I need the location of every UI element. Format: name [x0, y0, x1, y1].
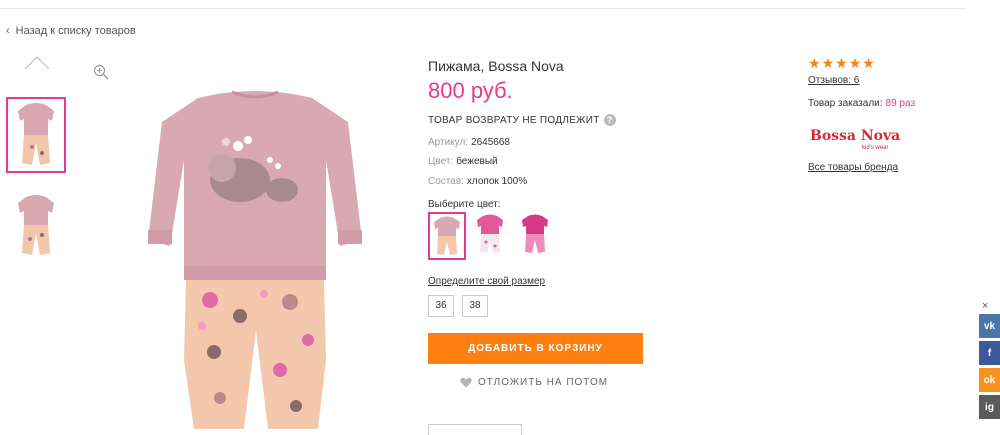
product-main-image[interactable] — [140, 80, 370, 429]
thumbnail-back-image — [18, 195, 54, 255]
question-icon[interactable]: ? — [603, 114, 616, 126]
share-close-icon[interactable]: × — [982, 300, 988, 312]
back-link-label: Назад к списку товаров — [15, 25, 136, 37]
chevron-up-icon[interactable] — [24, 54, 50, 70]
color-swatch-pink[interactable] — [473, 212, 511, 260]
thumbnail-back[interactable] — [6, 187, 66, 263]
spec-article: Артикул: 2645668 — [428, 137, 510, 148]
size-guide-link[interactable]: Определите свой размер — [428, 276, 545, 287]
reviews-link[interactable]: Отзывов: 6 — [808, 75, 859, 86]
size-option-36[interactable]: 36 — [428, 295, 454, 317]
secondary-action-box[interactable] — [428, 424, 522, 435]
spec-article-value: 2645668 — [471, 137, 510, 148]
vk-icon: vk — [983, 320, 996, 332]
spec-color-value: бежевый — [456, 156, 498, 167]
save-for-later-button[interactable]: ОТЛОЖИТЬ НА ПОТОМ — [460, 377, 608, 388]
color-swatch-beige-image — [434, 216, 460, 255]
star-icon: ★ — [821, 55, 835, 71]
save-for-later-label: ОТЛОЖИТЬ НА ПОТОМ — [478, 377, 609, 388]
star-icon: ★ — [848, 55, 862, 71]
facebook-share-button[interactable]: f — [979, 341, 1000, 365]
size-option-38[interactable]: 38 — [462, 295, 488, 317]
thumbnail-front[interactable] — [6, 97, 66, 173]
chevron-left-icon: ‹ — [6, 25, 10, 37]
brand-logo-tagline: kid's wear — [862, 145, 889, 151]
color-swatch-fuchsia-image — [522, 214, 548, 253]
no-return-label: ТОВАР ВОЗВРАТУ НЕ ПОДЛЕЖИТ — [428, 114, 600, 126]
ordered-number: 89 раз — [885, 98, 916, 109]
spec-composition: Состав: хлопок 100% — [428, 176, 527, 187]
instagram-share-button[interactable]: ig — [979, 395, 1000, 419]
instagram-icon: ig — [985, 401, 994, 413]
thumbnail-front-image — [18, 103, 54, 165]
add-to-cart-button[interactable]: ДОБАВИТЬ В КОРЗИНУ — [428, 333, 643, 364]
star-icon: ★ — [835, 55, 848, 71]
choose-color-label: Выберите цвет: — [428, 199, 501, 210]
odnoklassniki-share-button[interactable]: ok — [979, 368, 1000, 392]
ordered-label: Товар заказали: — [808, 98, 883, 109]
star-icon: ★ — [862, 55, 875, 71]
product-price: 800 руб. — [428, 78, 513, 103]
top-divider — [0, 8, 966, 9]
color-swatch-fuchsia[interactable] — [518, 212, 556, 260]
ordered-count: Товар заказали: 89 раз — [808, 98, 915, 109]
spec-composition-label: Состав: — [428, 176, 464, 187]
spec-composition-value: хлопок 100% — [466, 176, 528, 187]
brand-products-link[interactable]: Все товары бренда — [808, 162, 898, 173]
no-return-notice: ТОВАР ВОЗВРАТУ НЕ ПОДЛЕЖИТ ? — [428, 114, 616, 126]
spec-color-label: Цвет: — [428, 156, 454, 167]
product-title: Пижама, Bossa Nova — [428, 58, 564, 74]
spec-color: Цвет: бежевый — [428, 156, 498, 167]
color-swatch-pink-image — [477, 214, 503, 253]
heart-icon — [460, 377, 472, 388]
facebook-icon: f — [987, 347, 992, 359]
brand-logo[interactable]: Bossa Nova kid's wear — [810, 126, 900, 152]
odnoklassniki-icon: ok — [983, 374, 996, 386]
color-swatch-beige[interactable] — [428, 212, 466, 260]
spec-article-label: Артикул: — [428, 137, 469, 148]
vk-share-button[interactable]: vk — [979, 314, 1000, 338]
back-to-list-link[interactable]: ‹ Назад к списку товаров — [6, 25, 136, 37]
rating-stars: ★ ★ ★ ★ ★ — [808, 56, 875, 70]
brand-logo-name: Bossa Nova — [810, 128, 900, 144]
star-icon: ★ — [808, 55, 821, 71]
zoom-in-icon[interactable] — [93, 64, 109, 80]
